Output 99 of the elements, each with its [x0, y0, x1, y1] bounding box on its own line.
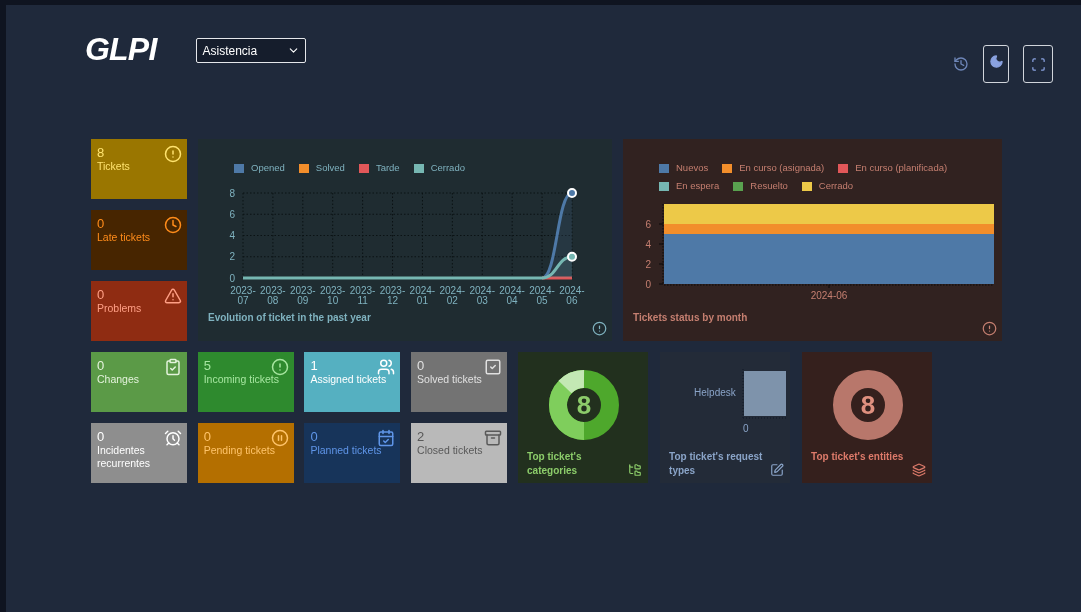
card-label: Pending tickets — [203, 444, 276, 457]
card-label: Changes — [97, 373, 141, 386]
donut-total: 8 — [860, 392, 876, 418]
clipboard-check-icon — [164, 358, 182, 376]
chart-title: Evolution of ticket in the past year — [208, 311, 371, 325]
count: 1 — [310, 358, 318, 373]
legend-label[interactable]: Nuevos — [676, 161, 709, 176]
legend-label[interactable]: En curso (asignada) — [739, 161, 825, 176]
counter-card[interactable]: 5 Incoming tickets — [197, 352, 294, 412]
card-label: Closed tickets — [417, 444, 484, 457]
legend-label[interactable]: En espera — [676, 179, 720, 194]
dark-mode-button[interactable] — [983, 45, 1009, 83]
y-axis-label: 0 — [229, 272, 235, 284]
count: 5 — [203, 358, 211, 373]
donut-total: 8 — [576, 392, 592, 418]
bar-chart-drawing — [742, 367, 787, 419]
fullscreen-icon — [1030, 56, 1046, 72]
count: 0 — [203, 429, 211, 444]
counter-card[interactable]: 2 Closed tickets — [411, 423, 508, 483]
checkbox-icon — [484, 358, 503, 376]
data-point — [567, 252, 577, 262]
card-title: Top ticket's entities — [811, 450, 905, 464]
alert-circle-icon — [164, 145, 182, 163]
clock-icon — [164, 216, 182, 234]
info-icon[interactable] — [982, 321, 997, 336]
x-axis-label: 2023-11 — [348, 286, 377, 307]
card-label: Planned tickets — [310, 444, 383, 457]
alert-circle-icon — [270, 358, 289, 376]
count: 0 — [310, 429, 318, 444]
axis-tick-label: 0 — [743, 422, 749, 436]
counter-card[interactable]: 0 Planned tickets — [304, 423, 401, 483]
card-label: Problems — [97, 302, 143, 315]
count: 8 — [97, 145, 105, 160]
legend-label[interactable]: Resuelto — [750, 179, 788, 194]
x-axis-label: 2023-10 — [318, 286, 347, 307]
x-axis-label: 2023-12 — [378, 286, 407, 307]
y-axis-label: 0 — [645, 278, 651, 289]
legend-label[interactable]: En curso (planificada) — [855, 161, 948, 176]
legend-label[interactable]: Cerrado — [430, 161, 465, 176]
card-label: Solved tickets — [417, 373, 483, 386]
y-axis-label: 6 — [645, 218, 651, 229]
data-point — [567, 188, 577, 199]
counter-card[interactable]: 0 Late tickets — [91, 210, 187, 270]
count: 0 — [97, 429, 105, 444]
users-icon — [377, 358, 396, 376]
x-axis-label: 2024-04 — [498, 286, 526, 307]
x-axis-label: 2024-01 — [408, 286, 437, 307]
y-axis-label: 6 — [229, 209, 235, 220]
chart-title: Tickets status by month — [633, 311, 748, 325]
x-axis-label: 2024-03 — [468, 286, 496, 307]
count: 0 — [97, 287, 105, 302]
layers-icon — [912, 463, 927, 477]
card-label: Assigned tickets — [310, 373, 388, 386]
legend-label[interactable]: Opened — [251, 161, 285, 176]
legend-label[interactable]: Solved — [315, 161, 345, 176]
counter-card[interactable]: 8 Tickets — [91, 139, 187, 199]
fullscreen-button[interactable] — [1023, 45, 1053, 83]
card-title: Top ticket's request types — [669, 450, 764, 478]
x-axis-label: 2023-09 — [288, 286, 317, 307]
count: 2 — [417, 429, 425, 444]
profile-select[interactable]: Asistencia — [196, 38, 307, 63]
card-label: Incoming tickets — [203, 373, 280, 386]
x-axis-label: 2023-08 — [259, 286, 287, 307]
count: 0 — [97, 358, 105, 373]
y-axis-label: 2 — [229, 251, 235, 263]
legend-label[interactable]: Cerrado — [818, 179, 854, 194]
counter-card[interactable]: 0 Problems — [91, 281, 187, 341]
count: 0 — [417, 358, 425, 373]
x-axis-label: 2024-02 — [438, 286, 467, 307]
counter-card[interactable]: 0 Incidentes recurrentes — [91, 423, 187, 483]
card-label: Late tickets — [97, 231, 152, 244]
archive-icon — [484, 429, 503, 447]
x-axis-label: 2023-07 — [229, 286, 257, 307]
calendar-check-icon — [377, 429, 396, 447]
counter-card[interactable]: 0 Solved tickets — [411, 352, 508, 412]
tree-icon — [628, 463, 643, 477]
alarm-clock-icon — [164, 429, 182, 447]
pause-icon — [270, 429, 289, 447]
count: 0 — [97, 216, 105, 231]
y-axis-label: 8 — [229, 187, 235, 199]
bar-label: Helpdesk — [694, 386, 736, 400]
card-title: Top ticket's categories — [527, 450, 583, 478]
history-icon[interactable] — [953, 56, 969, 72]
legend-label[interactable]: Tarde — [375, 161, 400, 176]
y-axis-label: 4 — [229, 230, 235, 242]
warning-triangle-icon — [164, 287, 182, 305]
card-label: Incidentes recurrentes — [97, 444, 152, 470]
y-axis-label: 4 — [645, 238, 651, 249]
counter-card[interactable]: 0 Changes — [91, 352, 187, 412]
x-axis-label: 2024-06 — [810, 289, 848, 301]
edit-icon — [770, 463, 785, 477]
x-axis-label: 2024-06 — [558, 286, 586, 307]
logo[interactable]: GLPI — [85, 31, 157, 67]
moon-icon — [988, 54, 1004, 69]
y-axis-label: 2 — [645, 258, 651, 269]
counter-card[interactable]: 0 Pending tickets — [197, 423, 294, 483]
info-icon[interactable] — [592, 321, 607, 336]
x-axis-label: 2024-05 — [528, 286, 556, 307]
card-label: Tickets — [97, 160, 131, 173]
